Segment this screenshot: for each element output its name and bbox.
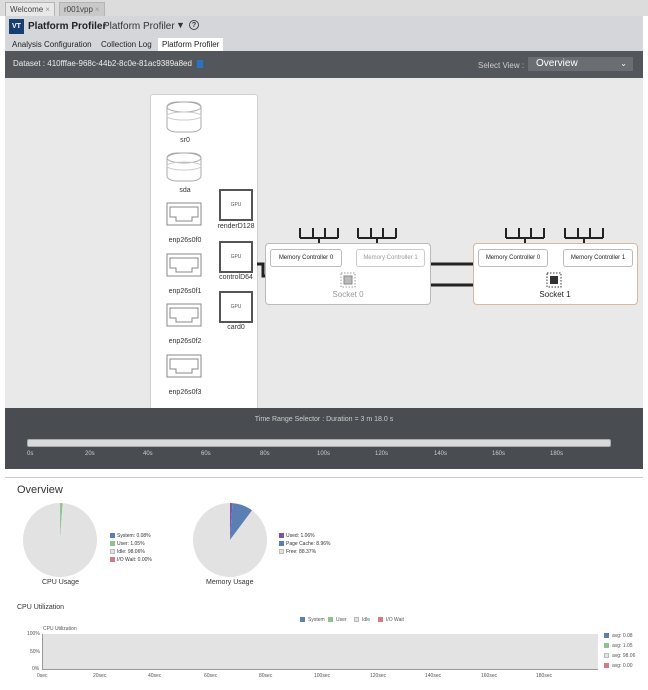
- gpu-icon[interactable]: GPU: [219, 189, 253, 221]
- x-tick: 0sec: [37, 673, 48, 679]
- cpu-usage-pie[interactable]: [22, 502, 98, 578]
- legend-idle: Idle: 98.06%: [110, 549, 145, 556]
- time-tick: 120s: [375, 451, 389, 457]
- result-tabs: Analysis Configuration Collection Log Pl…: [5, 37, 643, 51]
- memory-usage-pie[interactable]: [192, 502, 268, 578]
- x-tick: 120sec: [370, 673, 387, 679]
- time-tick: 20s: [85, 451, 95, 457]
- avg-idle: avg: 98.06: [604, 653, 635, 659]
- time-tick: 0s: [27, 451, 34, 457]
- nic-label: enp26s0f2: [168, 338, 202, 345]
- network-port-icon[interactable]: [166, 302, 204, 336]
- nic-label: enp26s0f0: [168, 237, 202, 244]
- avg-system: avg: 0.08: [604, 633, 633, 639]
- tab-analysis-configuration[interactable]: Analysis Configuration: [8, 38, 96, 51]
- cpu-utilization-section-title: CPU Utilization: [17, 604, 65, 611]
- dataset-bar: Dataset : 410fffae-968c-44b2-8c0e-81ac93…: [5, 51, 643, 78]
- dataset-marker: [197, 60, 203, 68]
- legend-user: User: 1.05%: [110, 541, 145, 548]
- cpu-utilization-chart-title: CPU Utilization: [43, 626, 77, 632]
- legend-free: Free: 88.37%: [279, 549, 316, 556]
- cpu-utilization-area-chart[interactable]: [42, 634, 598, 670]
- x-tick: 180sec: [536, 673, 553, 679]
- gpu-icon[interactable]: GPU: [219, 241, 253, 273]
- profiler-select[interactable]: Platform Profiler: [103, 21, 175, 32]
- time-range-selector: Time Range Selector : Duration = 3 m 18.…: [5, 408, 643, 469]
- x-tick: 40sec: [148, 673, 162, 679]
- time-tick: 60s: [201, 451, 211, 457]
- tab-collection-log[interactable]: Collection Log: [97, 38, 156, 51]
- avg-io-wait: avg: 0.00: [604, 663, 633, 669]
- close-icon[interactable]: ×: [95, 5, 100, 14]
- select-view-value: Overview: [536, 58, 578, 69]
- tab-platform-profiler[interactable]: Platform Profiler: [158, 38, 224, 51]
- time-tick: 180s: [550, 451, 564, 457]
- legend-page-cache: Page Cache: 8.96%: [279, 541, 330, 548]
- vtune-logo-icon: VT: [9, 19, 24, 34]
- product-title: Platform Profiler: [28, 21, 107, 32]
- time-tick: 40s: [143, 451, 153, 457]
- pie-slice-free[interactable]: [193, 503, 267, 577]
- y-tick: 100%: [27, 631, 40, 637]
- x-tick: 100sec: [314, 673, 331, 679]
- dataset-label: Dataset : 410fffae-968c-44b2-8c0e-81ac93…: [13, 59, 192, 68]
- socket-label: Socket 0: [332, 290, 364, 299]
- gpu-label: card0: [227, 324, 245, 331]
- legend-idle: Idle: [354, 617, 370, 623]
- x-tick: 80sec: [259, 673, 273, 679]
- caret-down-icon[interactable]: ▼: [176, 20, 185, 30]
- memory-controller[interactable]: Memory Controller 1: [356, 249, 425, 267]
- time-tick: 100s: [317, 451, 331, 457]
- gpu-icon[interactable]: GPU: [219, 291, 253, 323]
- tab-welcome[interactable]: Welcome ×: [5, 2, 55, 16]
- disk-label: sr0: [180, 137, 190, 144]
- close-icon[interactable]: ×: [45, 5, 50, 14]
- disk-icon[interactable]: [166, 149, 204, 185]
- legend-io-wait: I/O Wait: 0.00%: [110, 557, 152, 564]
- nic-label: enp26s0f3: [168, 389, 202, 396]
- network-port-icon[interactable]: [166, 353, 204, 387]
- time-range-slider[interactable]: [27, 439, 611, 447]
- legend-io-wait: I/O Wait: [378, 617, 404, 623]
- memory-controller[interactable]: Memory Controller 0: [270, 249, 342, 267]
- network-port-icon[interactable]: [166, 201, 204, 235]
- x-tick: 20sec: [93, 673, 107, 679]
- cpu-usage-label: CPU Usage: [42, 579, 79, 586]
- legend-user: User: [328, 617, 347, 623]
- document-tab-strip: Welcome × r001vpp ×: [0, 0, 648, 16]
- legend-system: System: 0.08%: [110, 533, 151, 540]
- y-tick: 0%: [32, 666, 40, 672]
- select-view-dropdown[interactable]: Overview ⌄: [528, 57, 633, 71]
- nic-label: enp26s0f1: [168, 288, 202, 295]
- analysis-header: VT Platform Profiler Platform Profiler ▼…: [5, 16, 643, 37]
- tab-r001vpp-label: r001vpp: [64, 5, 93, 14]
- memory-controller[interactable]: Memory Controller 1: [563, 249, 633, 267]
- x-tick: 140sec: [425, 673, 442, 679]
- tab-welcome-label: Welcome: [10, 5, 44, 14]
- disk-icon[interactable]: [166, 98, 204, 136]
- legend-system: System: [300, 617, 325, 623]
- memory-controller[interactable]: Memory Controller 0: [478, 249, 548, 267]
- x-tick: 60sec: [204, 673, 218, 679]
- legend-used: Used: 1.06%: [279, 533, 315, 540]
- tab-r001vpp[interactable]: r001vpp ×: [59, 2, 105, 16]
- time-range-label: Time Range Selector : Duration = 3 m 18.…: [254, 416, 394, 423]
- avg-user: avg: 1.05: [604, 643, 633, 649]
- cpu-chip-icon: [546, 272, 562, 288]
- y-tick: 50%: [30, 649, 41, 655]
- time-tick: 140s: [434, 451, 448, 457]
- x-tick: 160sec: [481, 673, 498, 679]
- help-icon[interactable]: ?: [189, 20, 199, 30]
- disk-label: sda: [179, 187, 191, 194]
- memory-usage-label: Memory Usage: [206, 579, 254, 586]
- socket-label: Socket 1: [539, 290, 571, 299]
- cpu-chip-icon: [340, 272, 356, 288]
- overview-title: Overview: [17, 484, 63, 496]
- chevron-down-icon: ⌄: [620, 59, 627, 68]
- divider: [5, 477, 643, 478]
- select-view-label: Select View :: [478, 61, 525, 70]
- time-tick: 160s: [492, 451, 506, 457]
- network-port-icon[interactable]: [166, 252, 204, 286]
- time-tick: 80s: [260, 451, 270, 457]
